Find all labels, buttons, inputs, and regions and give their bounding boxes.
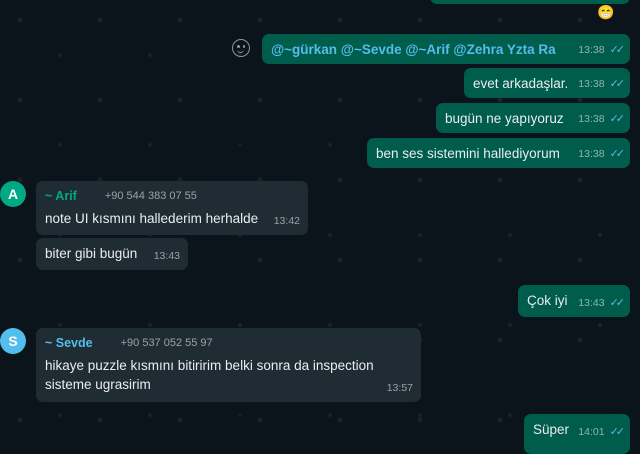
sender-row: ~ Sevde +90 537 052 55 97 <box>45 334 412 353</box>
message-text-line: sisteme ugrasirim <box>45 377 151 392</box>
message-meta: 13:38 ✓✓ <box>578 41 626 60</box>
message-time: 13:42 <box>273 215 300 227</box>
sender-row: ~ Arif +90 544 383 07 55 <box>45 187 299 206</box>
double-check-icon: ✓✓ <box>609 297 626 309</box>
double-check-icon: ✓✓ <box>609 426 626 438</box>
message-time: 13:38 <box>578 148 605 160</box>
double-check-icon: ✓✓ <box>609 113 626 125</box>
message-text: evet arkadaşlar. <box>473 76 569 91</box>
react-emoji-icon[interactable] <box>232 39 250 57</box>
message-text: bugün ne yapıyoruz <box>445 111 564 126</box>
sender-phone: +90 537 052 55 97 <box>120 337 213 349</box>
sender-name[interactable]: ~ Arif <box>45 187 77 206</box>
message-text: Çok iyi <box>527 293 568 308</box>
message-text: Süper <box>533 422 570 437</box>
message-bubble-sevde[interactable]: ~ Sevde +90 537 052 55 97 hikaye puzzle … <box>36 328 421 402</box>
double-check-icon: ✓✓ <box>609 44 626 56</box>
message-bubble[interactable]: biter gibi bugün 13:43 <box>36 238 188 270</box>
message-meta: 13:42 <box>274 212 300 231</box>
message-time: 13:38 <box>578 78 605 90</box>
message-meta: 13:38 ✓✓ <box>578 145 626 164</box>
double-check-icon: ✓✓ <box>609 148 626 160</box>
message-time: 14:01 <box>578 426 605 438</box>
message-bubble-mentions[interactable]: @~gürkan @~Sevde @~Arif @Zehra Yzta Ra 1… <box>262 34 630 64</box>
avatar-sevde[interactable]: S <box>0 328 26 354</box>
avatar-arif[interactable]: A <box>0 181 26 207</box>
message-bubble[interactable]: bugün ne yapıyoruz 13:38 ✓✓ <box>436 103 630 133</box>
message-time: 13:43 <box>578 297 605 309</box>
message-meta: 13:38 ✓✓ <box>578 75 626 94</box>
message-text: biter gibi bugün <box>45 246 138 261</box>
double-check-icon: ✓✓ <box>609 78 626 90</box>
message-time: 13:43 <box>153 250 180 262</box>
message-bubble[interactable]: evet arkadaşlar. 13:38 ✓✓ <box>464 68 630 98</box>
message-meta: 13:43 ✓✓ <box>578 294 626 313</box>
message-text: ben ses sistemini hallediyorum <box>376 146 560 161</box>
message-bubble[interactable]: Süper 14:01 ✓✓ <box>524 414 630 454</box>
message-meta: 13:38 ✓✓ <box>578 110 626 129</box>
sender-name[interactable]: ~ Sevde <box>45 334 93 353</box>
message-meta: 13:43 <box>154 247 180 266</box>
message-bubble-arif[interactable]: ~ Arif +90 544 383 07 55 note UI kısmını… <box>36 181 308 235</box>
message-text-line: hikaye puzzle kısmını bitiririm belki so… <box>45 358 374 373</box>
reaction-emoji[interactable]: 😁 <box>596 2 616 22</box>
message-time: 13:57 <box>386 382 413 394</box>
message-bubble[interactable]: Çok iyi 13:43 ✓✓ <box>518 285 630 317</box>
message-meta: 14:01 ✓✓ <box>578 423 626 442</box>
message-text: note UI kısmını hallederim herhalde <box>45 211 259 226</box>
message-time: 13:38 <box>578 44 605 56</box>
message-meta: 13:57 <box>387 379 413 398</box>
sender-phone: +90 544 383 07 55 <box>104 190 197 202</box>
message-bubble[interactable]: ben ses sistemini hallediyorum 13:38 ✓✓ <box>367 138 630 168</box>
message-time: 13:38 <box>578 113 605 125</box>
message-mentions[interactable]: @~gürkan @~Sevde @~Arif @Zehra Yzta Ra <box>271 42 556 57</box>
